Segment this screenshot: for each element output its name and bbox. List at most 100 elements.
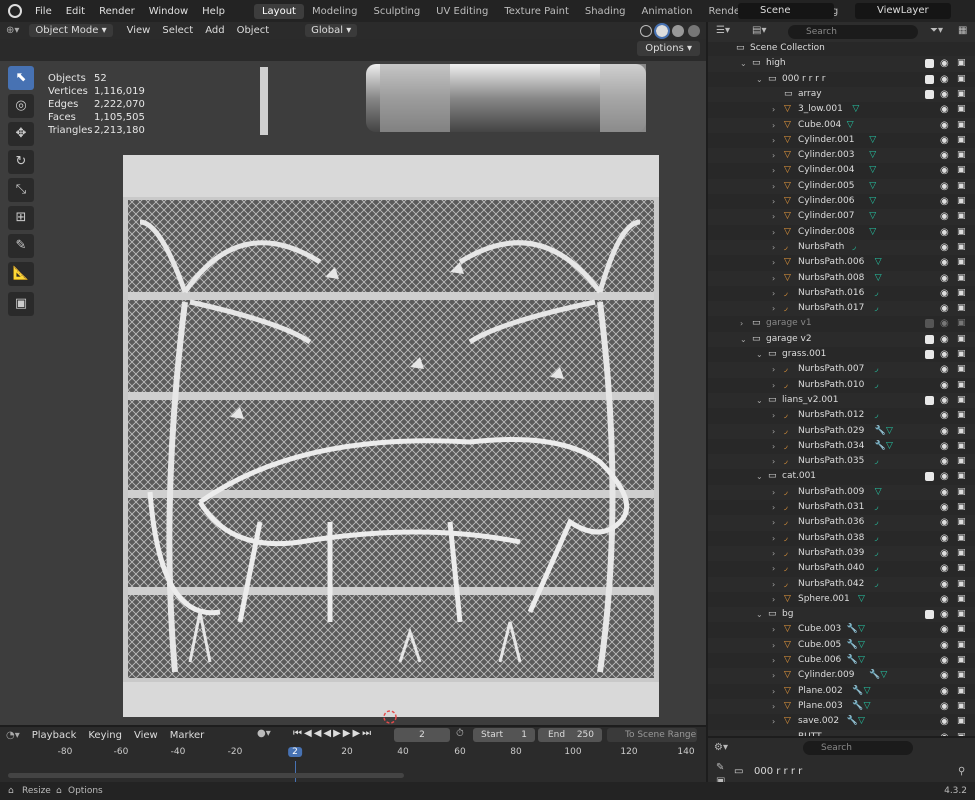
visibility-eye-icon[interactable]: ◉ (940, 378, 949, 393)
timeline-menu-playback[interactable]: Playback (26, 730, 83, 741)
chevron-right-icon[interactable]: › (772, 102, 775, 117)
render-camera-icon[interactable]: ▣ (957, 439, 966, 454)
visibility-eye-icon[interactable]: ◉ (940, 638, 949, 653)
outliner-row[interactable]: › ◞ NurbsPath.029 🔧▽ ◉ ▣ (708, 423, 975, 439)
menu-file[interactable]: File (28, 6, 59, 17)
render-camera-icon[interactable]: ▣ (957, 225, 966, 240)
render-camera-icon[interactable]: ▣ (957, 469, 966, 484)
outliner-row[interactable]: › ◞ NurbsPath.042 ◞ ◉ ▣ (708, 576, 975, 592)
visibility-eye-icon[interactable]: ◉ (940, 668, 949, 683)
outliner-row[interactable]: › ▽ Cube.005 🔧▽ ◉ ▣ (708, 637, 975, 653)
chevron-right-icon[interactable]: › (772, 684, 775, 699)
outliner-row[interactable]: ⌄ ▭ cat.001 ◉ ▣ (708, 469, 975, 484)
properties-editor-icon[interactable]: ⚙▾ (714, 742, 728, 753)
outliner-row[interactable]: › ▽ Cube.006 🔧▽ ◉ ▣ (708, 653, 975, 668)
chevron-right-icon[interactable]: › (772, 378, 775, 393)
outliner-row[interactable]: › ▭ garage v1 ◉ ▣ (708, 316, 975, 331)
render-camera-icon[interactable]: ▣ (957, 102, 966, 117)
pin-icon[interactable]: ⚲ (958, 766, 965, 777)
chevron-right-icon[interactable]: › (772, 561, 775, 576)
tab-animation[interactable]: Animation (634, 4, 701, 19)
outliner-row[interactable]: › ▽ Cylinder.007 ▽ ◉ ▣ (708, 209, 975, 225)
render-camera-icon[interactable]: ▣ (957, 87, 966, 102)
chevron-right-icon[interactable]: › (772, 515, 775, 530)
render-camera-icon[interactable]: ▣ (957, 653, 966, 668)
chevron-right-icon[interactable]: › (772, 546, 775, 561)
outliner-row[interactable]: ⌄ ▭ high ◉ ▣ (708, 56, 975, 72)
exclude-checkbox[interactable] (925, 89, 934, 99)
outliner-row[interactable]: › ◞ NurbsPath.040 ◞ ◉ ▣ (708, 561, 975, 576)
to-scene-range-button[interactable]: To Scene Range (607, 728, 697, 742)
render-camera-icon[interactable]: ▣ (957, 424, 966, 439)
exclude-checkbox[interactable] (925, 472, 934, 482)
render-camera-icon[interactable]: ▣ (957, 577, 966, 592)
visibility-eye-icon[interactable]: ◉ (940, 469, 949, 484)
outliner-search-input[interactable]: Search (788, 25, 918, 39)
tab-shading[interactable]: Shading (577, 4, 634, 19)
visibility-eye-icon[interactable]: ◉ (940, 577, 949, 592)
visibility-eye-icon[interactable]: ◉ (940, 500, 949, 515)
outliner-row[interactable]: › ◞ NurbsPath.017 ◞ ◉ ▣ (708, 301, 975, 317)
menu-edit[interactable]: Edit (59, 6, 92, 17)
visibility-eye-icon[interactable]: ◉ (940, 316, 949, 331)
outliner-row[interactable]: › ▽ NurbsPath.006 ▽ ◉ ▣ (708, 255, 975, 270)
visibility-eye-icon[interactable]: ◉ (940, 515, 949, 530)
outliner-row[interactable]: › ▽ NurbsPath.008 ▽ ◉ ▣ (708, 270, 975, 286)
outliner-row[interactable]: › ▽ 3_low.001 ▽ ◉ ▣ (708, 102, 975, 117)
chevron-right-icon[interactable]: › (772, 500, 775, 515)
chevron-right-icon[interactable]: › (772, 133, 775, 148)
render-camera-icon[interactable]: ▣ (957, 56, 966, 71)
outliner-row[interactable]: › ▽ Cube.003 🔧▽ ◉ ▣ (708, 622, 975, 637)
chevron-down-icon[interactable]: ⌄ (756, 469, 763, 484)
render-camera-icon[interactable]: ▣ (957, 332, 966, 347)
chevron-right-icon[interactable]: › (772, 194, 775, 209)
render-camera-icon[interactable]: ▣ (957, 271, 966, 286)
render-camera-icon[interactable]: ▣ (957, 561, 966, 576)
chevron-right-icon[interactable]: › (772, 408, 775, 423)
render-camera-icon[interactable]: ▣ (957, 684, 966, 699)
chevron-right-icon[interactable]: › (772, 439, 775, 454)
outliner-row[interactable]: › ▽ Cube.004 ▽ ◉ ▣ (708, 117, 975, 133)
outliner-row[interactable]: ⌄ ▭ grass.001 ◉ ▣ (708, 347, 975, 362)
tab-modeling[interactable]: Modeling (304, 4, 366, 19)
scene-selector[interactable]: Scene (738, 3, 834, 19)
tab-layout[interactable]: Layout (253, 3, 304, 19)
timeline-menu-view[interactable]: View (128, 730, 164, 741)
filter-icon[interactable]: ⏷▾ (930, 25, 943, 36)
visibility-eye-icon[interactable]: ◉ (940, 255, 949, 270)
chevron-right-icon[interactable]: › (772, 225, 775, 240)
outliner-row[interactable]: › ◞ NurbsPath.016 ◞ ◉ ▣ (708, 286, 975, 301)
visibility-eye-icon[interactable]: ◉ (940, 454, 949, 469)
render-camera-icon[interactable]: ▣ (957, 72, 966, 87)
outliner-row[interactable]: › ◞ NurbsPath.035 ◞ ◉ ▣ (708, 454, 975, 470)
render-camera-icon[interactable]: ▣ (957, 301, 966, 316)
outliner-row[interactable]: › ▽ save.002 🔧▽ ◉ ▣ (708, 714, 975, 729)
render-camera-icon[interactable]: ▣ (957, 240, 966, 255)
chevron-right-icon[interactable]: › (772, 301, 775, 316)
visibility-eye-icon[interactable]: ◉ (940, 362, 949, 377)
visibility-eye-icon[interactable]: ◉ (940, 393, 949, 408)
exclude-checkbox[interactable] (925, 395, 934, 405)
3d-viewport[interactable]: ⊕▾ Object Mode ▾ View Select Add Object Glo… (0, 22, 706, 725)
visibility-eye-icon[interactable]: ◉ (940, 133, 949, 148)
outliner-row[interactable]: ⌄ ▭ lians_v2.001 ◉ ▣ (708, 392, 975, 409)
timeline-editor-icon[interactable]: ◔▾ (0, 730, 26, 741)
exclude-checkbox[interactable] (925, 74, 934, 84)
chevron-right-icon[interactable]: › (772, 531, 775, 546)
outliner-row[interactable]: › ◞ NurbsPath.038 ◞ ◉ ▣ (708, 531, 975, 546)
outliner-row[interactable]: ▭ array ◉ ▣ (708, 86, 975, 103)
render-camera-icon[interactable]: ▣ (957, 454, 966, 469)
render-camera-icon[interactable]: ▣ (957, 485, 966, 500)
exclude-checkbox[interactable] (925, 610, 934, 620)
visibility-eye-icon[interactable]: ◉ (940, 225, 949, 240)
visibility-eye-icon[interactable]: ◉ (940, 561, 949, 576)
render-camera-icon[interactable]: ▣ (957, 194, 966, 209)
menu-window[interactable]: Window (142, 6, 195, 17)
chevron-right-icon[interactable]: › (772, 209, 775, 224)
visibility-eye-icon[interactable]: ◉ (940, 546, 949, 561)
tab-texture-paint[interactable]: Texture Paint (496, 4, 577, 19)
display-mode-icon[interactable]: ▤▾ (752, 25, 766, 36)
visibility-eye-icon[interactable]: ◉ (940, 240, 949, 255)
visibility-eye-icon[interactable]: ◉ (940, 592, 949, 607)
chevron-down-icon[interactable]: ⌄ (740, 332, 747, 347)
